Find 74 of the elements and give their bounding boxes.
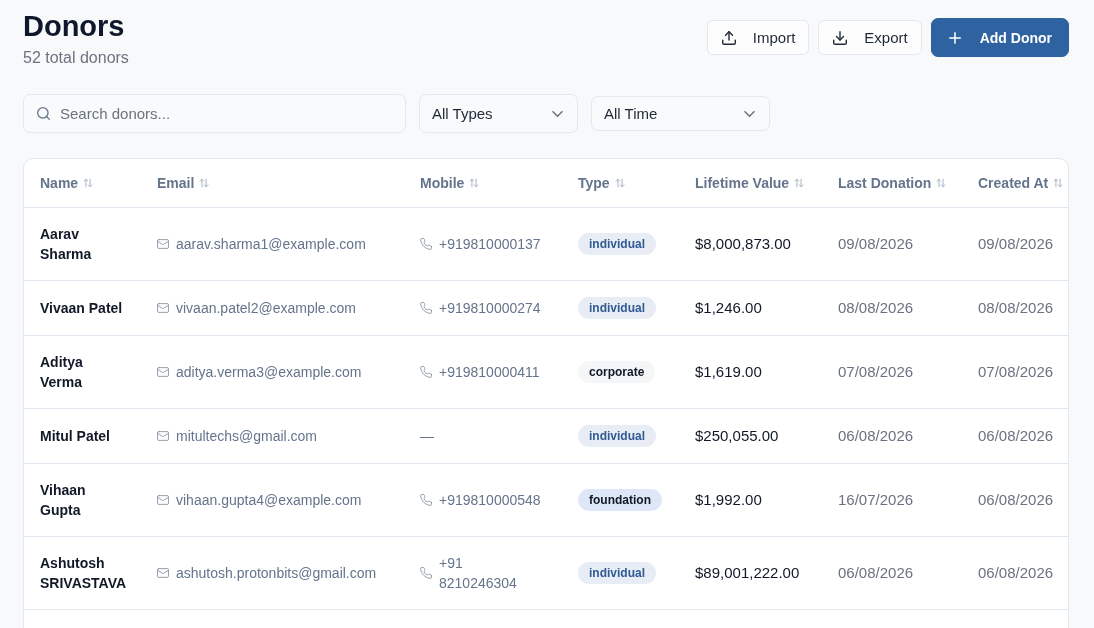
- email-link[interactable]: mitultechs@gmail.com: [176, 425, 318, 446]
- last-donation-date: 06/08/2026: [838, 563, 914, 581]
- email-link[interactable]: vihaan.gupta4@example.com: [176, 489, 362, 510]
- filter-dropdown[interactable]: All Types: [419, 94, 578, 133]
- page-title: Donors: [23, 9, 125, 44]
- download-icon: [833, 30, 848, 45]
- column-header[interactable]: Email: [157, 173, 210, 192]
- mail-icon: [157, 567, 169, 578]
- import-button[interactable]: Import: [706, 20, 810, 55]
- chevron-down-icon: [744, 110, 755, 117]
- created-date: 08/08/2026: [978, 298, 1054, 316]
- created-date: 09/08/2026: [978, 234, 1054, 252]
- donor-count: 52 total donors: [23, 48, 129, 68]
- last-donation-date: 06/08/2026: [838, 426, 914, 444]
- type-badge: foundation: [578, 488, 662, 511]
- last-donation-date: 16/07/2026: [838, 490, 914, 508]
- add-donor-button[interactable]: Add Donor: [930, 18, 1069, 57]
- created-date: 06/08/2026: [978, 426, 1054, 444]
- last-donation-date: 07/08/2026: [838, 362, 914, 380]
- empty-value: —: [420, 426, 434, 446]
- created-date: 07/08/2026: [978, 362, 1054, 380]
- search-field[interactable]: Search donors...: [23, 94, 406, 133]
- mail-icon: [157, 238, 169, 249]
- mail-icon: [157, 494, 169, 505]
- column-header[interactable]: Last Donation: [838, 173, 947, 192]
- plus-icon: [948, 31, 961, 44]
- mail-icon: [157, 430, 169, 441]
- phone-number: +91 8210246304: [439, 553, 518, 593]
- email-link[interactable]: ashutosh.protonbits@gmail.com: [176, 562, 377, 583]
- lifetime-value: $1,992.00: [695, 490, 762, 508]
- phone-number: +919810000548: [439, 490, 541, 510]
- type-badge: individual: [578, 296, 656, 319]
- search-icon: [37, 107, 50, 120]
- column-header[interactable]: Name: [40, 173, 94, 192]
- phone-icon: [420, 493, 432, 506]
- phone-icon: [420, 365, 432, 378]
- phone-icon: [420, 301, 432, 314]
- email-link[interactable]: vivaan.patel2@example.com: [176, 297, 356, 318]
- lifetime-value: $1,619.00: [695, 362, 762, 380]
- donor-name: Aarav Sharma: [40, 225, 92, 262]
- donor-name: Ashutosh SRIVASTAVA: [40, 554, 127, 591]
- type-badge: corporate: [578, 360, 656, 383]
- donor-name: Mitul Patel: [40, 427, 110, 444]
- donor-name: Aditya Verma: [40, 353, 83, 390]
- lifetime-value: $1,246.00: [695, 298, 762, 316]
- phone-icon: [420, 237, 432, 250]
- donor-name: Vivaan Patel: [40, 299, 123, 316]
- column-header[interactable]: Lifetime Value: [695, 173, 805, 192]
- created-date: 06/08/2026: [978, 563, 1054, 581]
- last-donation-date: 08/08/2026: [838, 298, 914, 316]
- column-header[interactable]: Type: [578, 173, 625, 192]
- type-badge: individual: [578, 424, 656, 447]
- filter-dropdown[interactable]: All Time: [591, 96, 770, 131]
- mail-icon: [157, 366, 169, 377]
- phone-number: +919810000137: [439, 234, 541, 254]
- last-donation-date: 09/08/2026: [838, 234, 914, 252]
- created-date: 06/08/2026: [978, 490, 1054, 508]
- phone-number: +919810000274: [439, 298, 541, 318]
- phone-number: +919810000411: [439, 362, 540, 382]
- type-badge: individual: [578, 232, 656, 255]
- phone-icon: [420, 566, 432, 579]
- mail-icon: [157, 302, 169, 313]
- email-link[interactable]: aarav.sharma1@example.com: [176, 233, 366, 254]
- column-header[interactable]: Mobile: [420, 173, 480, 192]
- lifetime-value: $89,001,222.00: [695, 563, 800, 581]
- column-header[interactable]: Created At: [978, 173, 1064, 192]
- lifetime-value: $250,055.00: [695, 426, 779, 444]
- chevron-down-icon: [552, 110, 563, 117]
- type-badge: individual: [578, 561, 656, 584]
- email-link[interactable]: aditya.verma3@example.com: [176, 361, 362, 382]
- export-button[interactable]: Export: [818, 20, 922, 55]
- donor-name: Vihaan Gupta: [40, 481, 86, 518]
- upload-icon: [721, 30, 736, 45]
- lifetime-value: $8,000,873.00: [695, 234, 791, 252]
